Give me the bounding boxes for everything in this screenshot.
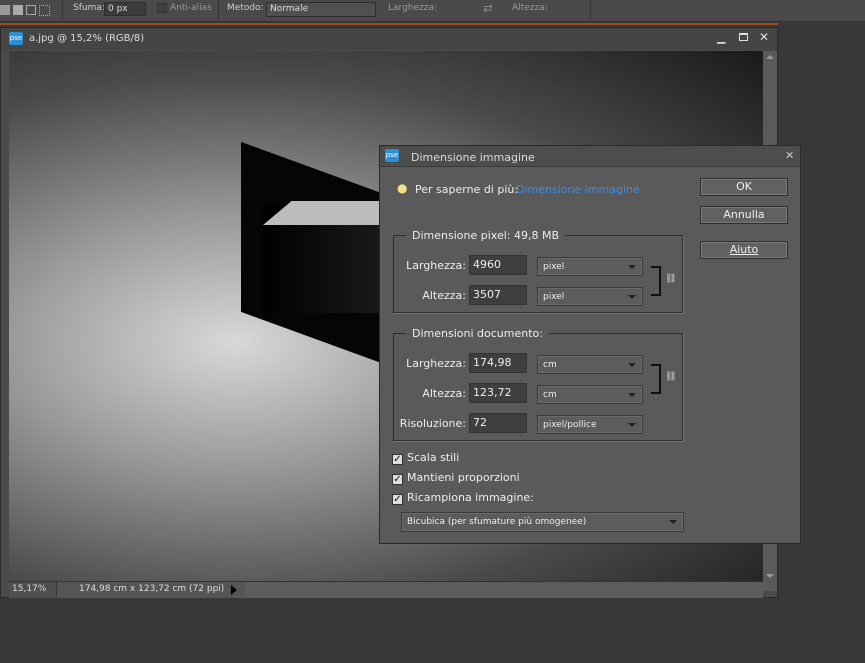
status-menu-arrow-icon[interactable] — [231, 585, 242, 595]
height-label: Altezza: — [512, 3, 548, 13]
pse-logo-icon: pse — [385, 149, 399, 162]
feather-label: Sfuma: — [73, 3, 105, 13]
antialias-checkbox[interactable] — [157, 3, 167, 13]
doc-width-input[interactable]: 174,98 — [469, 353, 527, 373]
link-bracket — [651, 364, 661, 394]
pixel-dimensions-label: Dimensione pixel: 49,8 MB — [406, 229, 566, 242]
resample-method-select[interactable]: Bicubica (per sfumature più omogenee) — [401, 512, 684, 532]
pixel-height-unit-select[interactable]: pixel — [537, 287, 643, 306]
method-select[interactable]: Normale — [266, 2, 376, 17]
horizontal-scrollbar[interactable] — [245, 582, 763, 598]
document-size-label: Dimensioni documento: — [406, 327, 549, 340]
doc-width-unit-select[interactable]: cm — [537, 355, 643, 374]
pixel-size-value: 49,8 MB — [513, 229, 560, 242]
document-titlebar[interactable]: pse a.jpg @ 15,2% (RGB/8) ▁ ✕ — [1, 28, 777, 50]
minimize-icon[interactable]: ▁ — [717, 31, 725, 44]
doc-height-label: Altezza: — [422, 387, 466, 400]
pixel-height-label: Altezza: — [422, 289, 466, 302]
checkmark-icon[interactable]: ✓ — [392, 454, 403, 465]
options-toolbar: Sfuma: 0 px Anti-alias Metodo: Normale L… — [0, 0, 865, 22]
lightbulb-icon: ● — [397, 181, 408, 195]
document-info: 174,98 cm x 123,72 cm (72 ppi) — [79, 584, 225, 594]
pixel-width-label: Larghezza: — [406, 259, 466, 272]
zoom-field[interactable]: 15,17% — [9, 582, 57, 598]
chain-link-icon: ⛓ — [665, 274, 677, 284]
chain-link-icon: ⛓ — [665, 372, 677, 382]
resolution-label: Risoluzione: — [399, 417, 466, 430]
scroll-down-icon[interactable] — [766, 574, 774, 582]
pixel-width-unit-select[interactable]: pixel — [537, 257, 643, 276]
resolution-unit-select[interactable]: pixel/pollice — [537, 415, 643, 434]
maximize-icon[interactable] — [739, 33, 748, 41]
dialog-title: Dimensione immagine — [411, 151, 535, 164]
feather-input[interactable]: 0 px — [104, 2, 146, 16]
pixel-width-input[interactable]: 4960 — [469, 255, 527, 275]
resample-checkbox[interactable]: ✓ Ricampiona immagine: — [392, 491, 534, 505]
close-icon[interactable]: ✕ — [759, 30, 769, 44]
dialog-titlebar[interactable]: pse Dimensione immagine ✕ — [380, 146, 800, 167]
selection-mode-icons[interactable] — [0, 3, 52, 17]
pse-logo-icon: pse — [9, 32, 23, 45]
pixel-dimensions-group: Dimensione pixel: 49,8 MB Larghezza: 496… — [393, 229, 683, 313]
method-label: Metodo: — [227, 3, 264, 13]
status-bar: 15,17% 174,98 cm x 123,72 cm (72 ppi) — [9, 581, 763, 598]
checkmark-icon[interactable]: ✓ — [392, 494, 403, 505]
pixel-height-input[interactable]: 3507 — [469, 285, 527, 305]
doc-height-input[interactable]: 123,72 — [469, 383, 527, 403]
doc-height-unit-select[interactable]: cm — [537, 385, 643, 404]
learn-more-label: Per saperne di più: — [415, 183, 519, 196]
document-size-group: Dimensioni documento: Larghezza: 174,98 … — [393, 327, 683, 441]
resolution-input[interactable]: 72 — [469, 413, 527, 433]
cancel-button[interactable]: Annulla — [700, 206, 788, 224]
swap-icon[interactable]: ⇄ — [483, 1, 493, 15]
scale-styles-checkbox[interactable]: ✓ Scala stili — [392, 451, 459, 465]
help-button[interactable]: Aiuto — [700, 241, 788, 259]
width-label: Larghezza: — [388, 3, 438, 13]
document-title: a.jpg @ 15,2% (RGB/8) — [29, 33, 145, 44]
scroll-up-icon[interactable] — [766, 51, 774, 59]
learn-more-link[interactable]: Dimensione immagine — [516, 183, 640, 196]
dialog-close-icon[interactable]: ✕ — [785, 149, 794, 162]
ok-button[interactable]: OK — [700, 178, 788, 196]
antialias-label: Anti-alias — [170, 3, 212, 13]
checkmark-icon[interactable]: ✓ — [392, 474, 403, 485]
doc-width-label: Larghezza: — [406, 357, 466, 370]
image-size-dialog: pse Dimensione immagine ✕ ● Per saperne … — [379, 145, 801, 544]
constrain-proportions-checkbox[interactable]: ✓ Mantieni proporzioni — [392, 471, 520, 485]
link-bracket — [651, 266, 661, 296]
tab-accent-line — [0, 23, 778, 25]
